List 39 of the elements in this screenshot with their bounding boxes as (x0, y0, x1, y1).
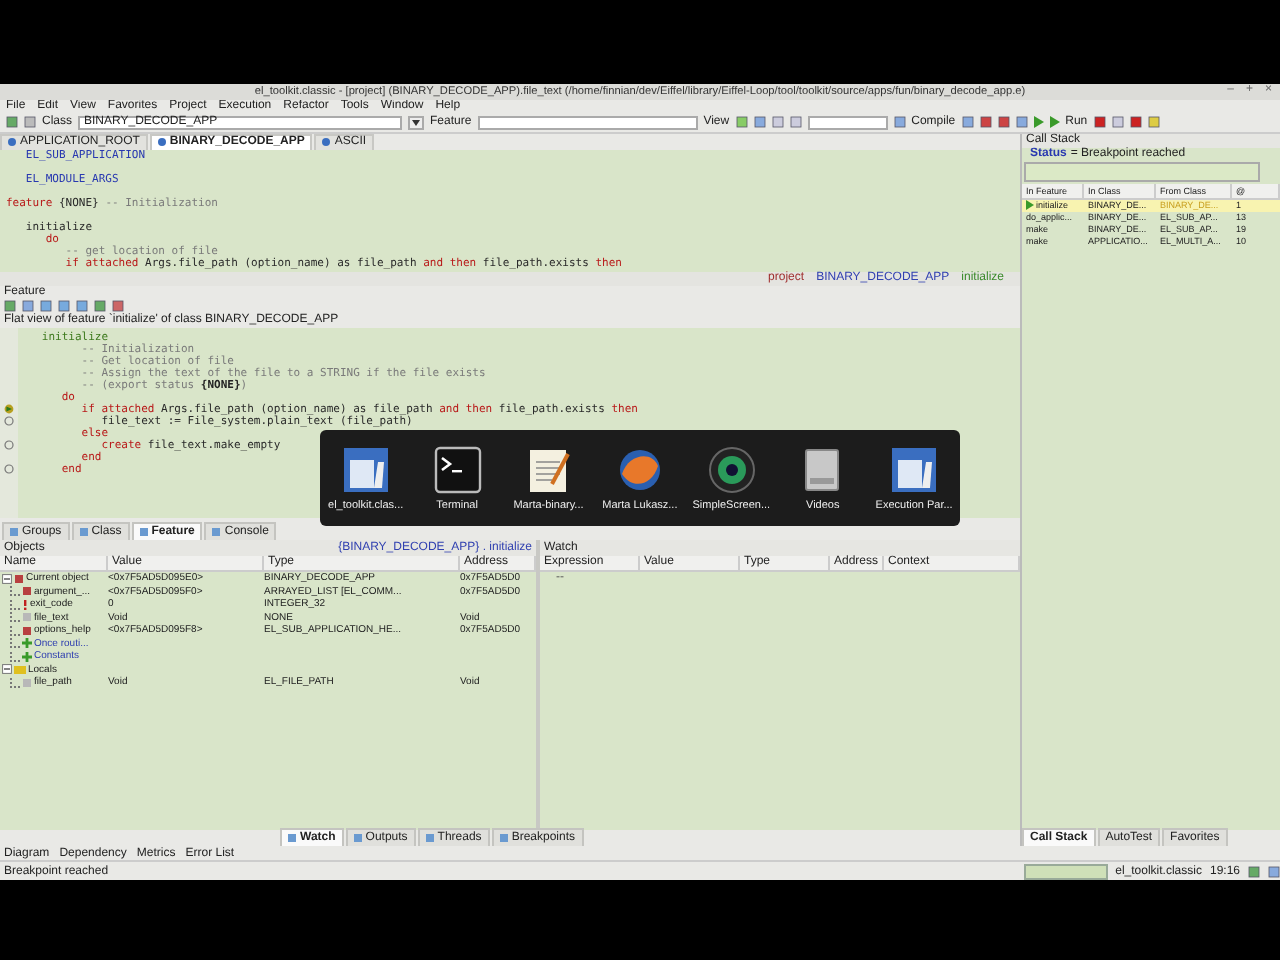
square-icon[interactable] (997, 116, 1010, 129)
terminal-icon (433, 445, 482, 493)
window-icon (341, 445, 390, 493)
tab-icon (79, 527, 88, 536)
breakpoint-slot-icon[interactable] (4, 416, 14, 427)
lens-icon (707, 445, 756, 493)
filter-field[interactable] (1024, 161, 1260, 182)
square-icon[interactable] (961, 116, 974, 129)
void-icon (22, 677, 32, 688)
current-frame-arrow-icon (1026, 200, 1034, 211)
dropdown-button[interactable] (408, 115, 425, 130)
breakpoint-slot-icon[interactable] (4, 440, 14, 451)
collapse-icon[interactable] (2, 573, 12, 584)
tab-icon (139, 527, 148, 536)
folder-icon (14, 664, 26, 675)
stop-icon[interactable] (1093, 116, 1106, 129)
square-icon[interactable] (1147, 116, 1160, 129)
object-icon (22, 625, 32, 636)
breakpoint-arrow-icon[interactable] (4, 404, 14, 415)
feature-combo[interactable] (477, 115, 698, 130)
notepad-icon (524, 445, 573, 493)
void-icon (22, 612, 32, 623)
tab-icon (425, 833, 434, 842)
collapse-icon[interactable] (2, 664, 12, 675)
view-combo[interactable] (807, 115, 888, 130)
tab-icon (353, 833, 362, 842)
tab-icon (288, 833, 296, 842)
globe-icon (615, 445, 664, 493)
square-icon[interactable] (1268, 865, 1280, 878)
progress-box (1023, 863, 1108, 880)
tab-icon (10, 527, 18, 536)
exclamation-icon (22, 599, 28, 610)
tab-icon (212, 527, 221, 536)
tab-icon (499, 833, 508, 842)
square-icon[interactable] (979, 116, 992, 129)
stop-icon[interactable] (1129, 116, 1142, 129)
breakpoint-slot-icon[interactable] (4, 464, 14, 475)
square-icon[interactable] (1015, 116, 1028, 129)
window-icon (890, 445, 939, 493)
